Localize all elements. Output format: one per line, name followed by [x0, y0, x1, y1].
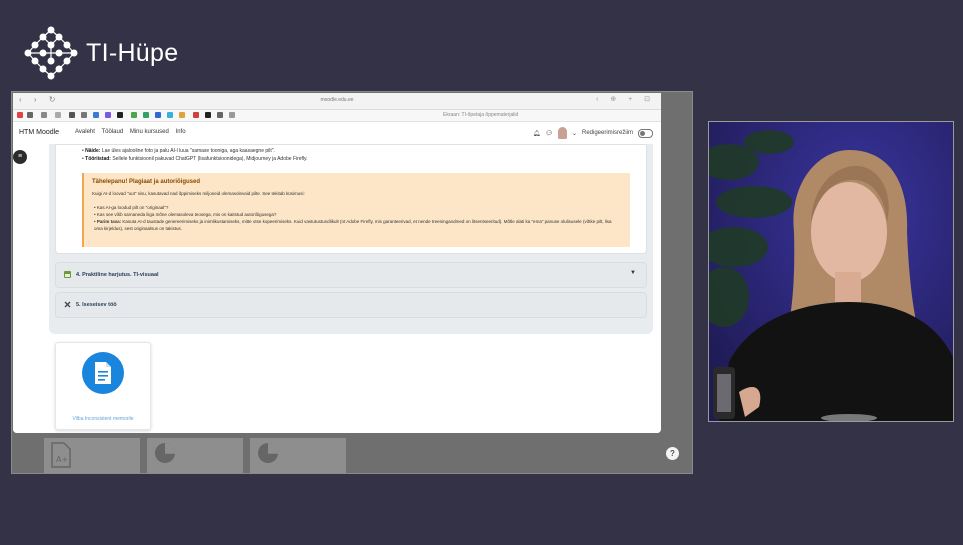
menu-item-minu-kursused[interactable]: Minu kursused — [130, 129, 169, 135]
warning-box: Tähelepanu! Plagiaat ja autoriõigused Ku… — [82, 173, 630, 247]
warning-item-text: Kas AI-ga loodud pilt on "originaal"? — [96, 205, 169, 210]
bullet-label: Näide: — [85, 148, 101, 154]
bell-icon[interactable]: 🔔︎ — [533, 130, 541, 137]
avatar[interactable] — [557, 127, 567, 139]
presenter-webcam — [708, 121, 954, 422]
bullet-text: Sellele funktsioonil pakuvad ChatGPT (li… — [110, 156, 308, 162]
bookmark-icon[interactable] — [27, 112, 33, 118]
section-5-title[interactable]: 5. Iseseisev töö — [76, 302, 117, 308]
thumbnail-tile[interactable] — [147, 438, 243, 473]
pie-chart-icon — [258, 443, 278, 463]
edit-mode-toggle[interactable] — [638, 128, 653, 138]
activity-tile[interactable]: Vilba Inconsistent memorile — [55, 342, 151, 430]
moodle-navbar: HTM Moodle Avaleht Töölaud Minu kursused… — [13, 122, 661, 145]
bookmark-icon[interactable] — [93, 112, 99, 118]
bookmark-icon[interactable] — [17, 112, 23, 118]
bookmark-icon[interactable] — [55, 112, 61, 118]
bookmark-icon[interactable] — [229, 112, 235, 118]
chat-icon[interactable]: 💬︎ — [545, 130, 553, 137]
section-5-accordion[interactable]: 5. Iseseisev töö — [55, 292, 647, 318]
pie-chart-icon — [155, 443, 175, 463]
bullet-text: Lae üles ajalooline foto ja palu AI-l lu… — [100, 148, 275, 154]
warning-title: Tähelepanu! Plagiaat ja autoriõigused — [92, 179, 201, 185]
list-item: • Kas AI-ga loodud pilt on "originaal"? — [94, 205, 169, 210]
section-card: • Näide: Lae üles ajalooline foto ja pal… — [55, 144, 647, 254]
browser-window: ‹ › ↻ moodle.edu.ee ‹ ⊕ + ⊡ Ekraan: TI-õ… — [13, 93, 661, 433]
help-button[interactable]: ? — [666, 447, 679, 460]
presenter-video-frame — [709, 122, 953, 421]
course-content: ≡ • Näide: Lae üles ajalooline foto ja p… — [13, 144, 661, 433]
bookmark-icon[interactable] — [205, 112, 211, 118]
primary-menu: Avaleht Töölaud Minu kursused Info — [75, 129, 191, 135]
section-4-accordion[interactable]: 4. Praktiline harjutus. TI-visuaal ▼ — [55, 262, 647, 288]
chevron-down-icon[interactable]: ⌄ — [572, 130, 577, 137]
list-item: • Tööriistad: Sellele funktsioonil pakuv… — [82, 156, 308, 162]
edit-mode-label: Redigeerimisrežiim — [581, 130, 633, 136]
menu-item-toolaud[interactable]: Töölaud — [101, 129, 123, 135]
bookmark-icon[interactable] — [69, 112, 75, 118]
menu-item-avaleht[interactable]: Avaleht — [75, 129, 95, 135]
course-index-toggle[interactable]: ≡ — [13, 150, 27, 164]
active-tab-title[interactable]: Ekraan: TI-õpetaja õppematerjalid — [443, 112, 518, 118]
address-bar[interactable]: moodle.edu.ee — [13, 97, 661, 103]
bullet-list: • Näide: Lae üles ajalooline foto ja pal… — [82, 147, 308, 163]
list-item: • Parim tava: Kasuta AI-d taustade gener… — [94, 219, 612, 231]
list-icon: ≡ — [17, 153, 23, 160]
brain-network-icon — [24, 26, 78, 80]
warning-item-label: Parim tava: — [96, 219, 122, 224]
list-item: • Näide: Lae üles ajalooline foto ja pal… — [82, 148, 275, 154]
brand-name: TI-Hüpe — [86, 38, 179, 67]
section-4-title[interactable]: 4. Praktiline harjutus. TI-visuaal — [76, 272, 159, 278]
browser-action-icons[interactable]: ‹ ⊕ + ⊡ — [596, 95, 655, 103]
document-font-icon: A+ — [51, 442, 71, 468]
navbar-actions: 🔔︎ 💬︎ ⌄ Redigeerimisrežiim — [533, 127, 653, 139]
document-icon — [82, 352, 124, 394]
shared-screen: ‹ › ↻ moodle.edu.ee ‹ ⊕ + ⊡ Ekraan: TI-õ… — [11, 91, 693, 474]
bookmark-icon[interactable] — [155, 112, 161, 118]
thumbnail-tile[interactable]: A+ — [44, 438, 140, 473]
bookmarks-bar: Ekraan: TI-õpetaja õppematerjalid — [13, 110, 661, 122]
chevron-down-icon[interactable]: ▼ — [630, 270, 636, 276]
bookmark-icon[interactable] — [179, 112, 185, 118]
thumbnail-tile[interactable] — [250, 438, 346, 473]
menu-item-info[interactable]: Info — [176, 129, 186, 135]
list-item: • Kas see võib sarnaneda liiga mõne olem… — [94, 212, 277, 217]
tools-icon — [64, 301, 71, 308]
svg-text:A+: A+ — [56, 455, 68, 464]
bookmark-icon[interactable] — [131, 112, 137, 118]
moodle-brand[interactable]: HTM Moodle — [19, 129, 59, 136]
warning-item-text: Kas see võib sarnaneda liiga mõne olemas… — [96, 212, 277, 217]
bookmark-icon[interactable] — [81, 112, 87, 118]
bookmark-icon[interactable] — [117, 112, 123, 118]
activity-tile-label[interactable]: Vilba Inconsistent memorile — [56, 416, 150, 422]
bookmark-icon[interactable] — [41, 112, 47, 118]
warning-list: • Kas AI-ga loodud pilt on "originaal"? … — [94, 204, 614, 232]
warning-item-text: Kasuta AI-d taustade genereerimiseks ja … — [94, 219, 612, 231]
bookmark-icon[interactable] — [105, 112, 111, 118]
course-section: • Näide: Lae üles ajalooline foto ja pal… — [49, 144, 653, 334]
picture-icon — [64, 271, 71, 278]
bookmark-icon[interactable] — [167, 112, 173, 118]
bookmark-icon[interactable] — [193, 112, 199, 118]
stream-logo: TI-Hüpe — [24, 26, 178, 80]
bookmark-icon[interactable] — [143, 112, 149, 118]
bookmark-icon[interactable] — [217, 112, 223, 118]
bullet-label: Tööriistad: — [85, 156, 111, 162]
warning-intro: Kuigi AI-d loovad "uut" sisu, kasutavad … — [92, 191, 305, 196]
browser-toolbar: ‹ › ↻ moodle.edu.ee ‹ ⊕ + ⊡ — [13, 93, 661, 110]
